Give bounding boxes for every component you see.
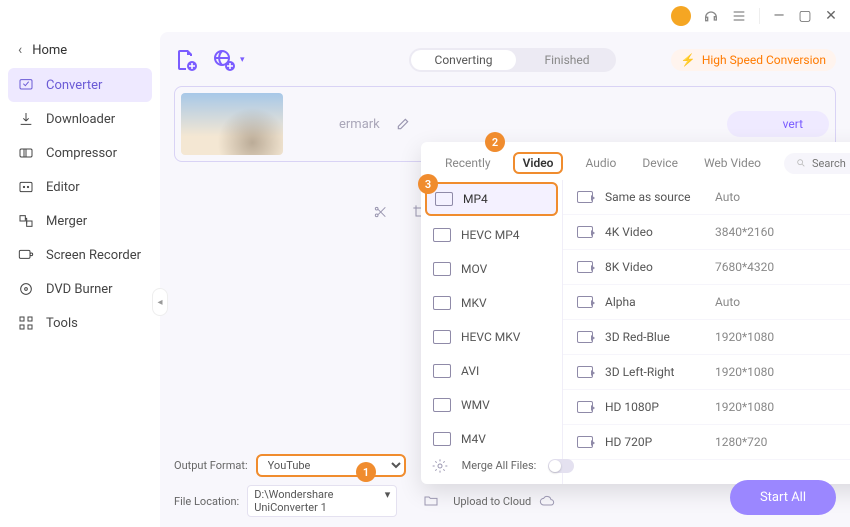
cloud-icon[interactable] — [539, 493, 555, 509]
thumbnail[interactable] — [181, 93, 283, 155]
resolution-row[interactable]: 3D Red-Blue1920*1080 — [563, 320, 850, 355]
edit-tools — [372, 204, 428, 220]
video-icon — [577, 366, 593, 378]
home-label: Home — [32, 43, 67, 58]
format-mov[interactable]: MOV — [421, 252, 562, 286]
sidebar-item-tools[interactable]: Tools — [0, 306, 160, 340]
format-icon — [433, 432, 451, 446]
video-icon — [577, 296, 593, 308]
format-icon — [433, 228, 451, 242]
maximize-button[interactable]: ▢ — [798, 9, 812, 23]
format-hevc-mkv[interactable]: HEVC MKV — [421, 320, 562, 354]
record-icon — [18, 247, 34, 263]
popup-tab-device[interactable]: Device — [638, 152, 682, 174]
callout-1: 1 — [356, 462, 376, 482]
add-file-icon[interactable] — [174, 48, 198, 72]
resolution-row[interactable]: 8K Video7680*4320 — [563, 250, 850, 285]
resolution-row[interactable]: HD 1080P1920*1080 — [563, 390, 850, 425]
merger-icon — [18, 213, 34, 229]
sidebar-item-screen-recorder[interactable]: Screen Recorder — [0, 238, 160, 272]
search-input[interactable] — [812, 157, 850, 170]
trim-icon[interactable] — [372, 204, 388, 220]
merge-toggle[interactable] — [548, 459, 574, 473]
settings-icon[interactable] — [432, 458, 448, 474]
high-speed-badge[interactable]: ⚡ High Speed Conversion — [671, 49, 836, 71]
popup-tab-recently[interactable]: Recently — [441, 152, 495, 174]
add-url-icon[interactable] — [212, 48, 236, 72]
status-tabs: Converting Finished — [409, 48, 616, 72]
popup-tab-video[interactable]: Video — [513, 152, 564, 174]
format-hevc-mp4[interactable]: HEVC MP4 — [421, 218, 562, 252]
upload-cloud-label: Upload to Cloud — [453, 495, 531, 508]
sidebar: ‹ Home ConverterDownloaderCompressorEdit… — [0, 32, 160, 527]
resolution-row[interactable]: 4K Video3840*2160 — [563, 215, 850, 250]
format-avi[interactable]: AVI — [421, 354, 562, 388]
resolution-row[interactable]: 3D Left-Right1920*1080 — [563, 355, 850, 390]
rename-icon[interactable] — [396, 117, 410, 131]
sidebar-item-merger[interactable]: Merger — [0, 204, 160, 238]
sidebar-item-downloader[interactable]: Downloader — [0, 102, 160, 136]
video-icon — [577, 401, 593, 413]
tab-finished[interactable]: Finished — [518, 48, 615, 72]
chevron-left-icon: ‹ — [18, 42, 22, 58]
dvd-icon — [18, 281, 34, 297]
format-list: MP4HEVC MP4MOVMKVHEVC MKVAVIWMVM4V — [421, 180, 563, 484]
menu-icon[interactable] — [731, 8, 747, 24]
sidebar-item-dvd-burner[interactable]: DVD Burner — [0, 272, 160, 306]
open-folder-icon[interactable] — [423, 493, 439, 509]
home-link[interactable]: ‹ Home — [0, 38, 160, 68]
headset-icon[interactable] — [703, 8, 719, 24]
collapse-sidebar-button[interactable]: ◂ — [152, 288, 168, 316]
format-wmv[interactable]: WMV — [421, 388, 562, 422]
popup-tabs: Recently Video Audio Device Web Video — [421, 142, 850, 180]
output-format-label: Output Format: — [174, 459, 248, 472]
popup-tab-webvideo[interactable]: Web Video — [700, 152, 765, 174]
format-search[interactable] — [784, 153, 850, 174]
convert-button[interactable]: vert — [727, 111, 829, 137]
resolution-row[interactable]: AlphaAuto — [563, 285, 850, 320]
minimize-button[interactable]: — — [772, 9, 786, 23]
converter-icon — [18, 77, 34, 93]
main-panel: ▾ Converting Finished ⚡ High Speed Conve… — [160, 32, 850, 527]
sidebar-item-compressor[interactable]: Compressor — [0, 136, 160, 170]
format-popup: Recently Video Audio Device Web Video MP… — [421, 142, 850, 484]
video-icon — [577, 226, 593, 238]
format-icon — [435, 192, 453, 206]
video-icon — [577, 191, 593, 203]
tab-converting[interactable]: Converting — [411, 50, 517, 70]
compress-icon — [18, 145, 34, 161]
callout-3: 3 — [418, 174, 438, 194]
resolution-row[interactable]: Same as sourceAuto — [563, 180, 850, 215]
resolution-list: Same as sourceAuto4K Video3840*21608K Vi… — [563, 180, 850, 484]
editor-icon — [18, 179, 34, 195]
download-icon — [18, 111, 34, 127]
file-location-select[interactable]: D:\Wondershare UniConverter 1▾ — [247, 485, 397, 517]
callout-2: 2 — [485, 132, 505, 152]
avatar[interactable] — [671, 6, 691, 26]
format-icon — [433, 296, 451, 310]
tools-icon — [18, 315, 34, 331]
format-icon — [433, 364, 451, 378]
filename-fragment: ermark — [339, 117, 380, 132]
format-icon — [433, 330, 451, 344]
close-button[interactable]: ✕ — [824, 9, 838, 23]
video-icon — [577, 261, 593, 273]
video-icon — [577, 436, 593, 448]
bolt-icon: ⚡ — [681, 53, 696, 67]
bottom-bar: Output Format: YouTube Merge All Files: … — [174, 450, 836, 521]
sidebar-item-converter[interactable]: Converter — [8, 68, 152, 102]
output-format-select[interactable]: YouTube — [256, 454, 406, 477]
sidebar-item-editor[interactable]: Editor — [0, 170, 160, 204]
video-icon — [577, 331, 593, 343]
format-icon — [433, 398, 451, 412]
format-mp4[interactable]: MP4 — [425, 182, 558, 216]
format-mkv[interactable]: MKV — [421, 286, 562, 320]
merge-label: Merge All Files: — [462, 459, 537, 472]
popup-tab-audio[interactable]: Audio — [581, 152, 620, 174]
search-icon — [796, 157, 806, 169]
file-location-label: File Location: — [174, 495, 239, 508]
format-icon — [433, 262, 451, 276]
start-all-button[interactable]: Start All — [730, 480, 836, 515]
titlebar: — ▢ ✕ — [0, 0, 850, 32]
